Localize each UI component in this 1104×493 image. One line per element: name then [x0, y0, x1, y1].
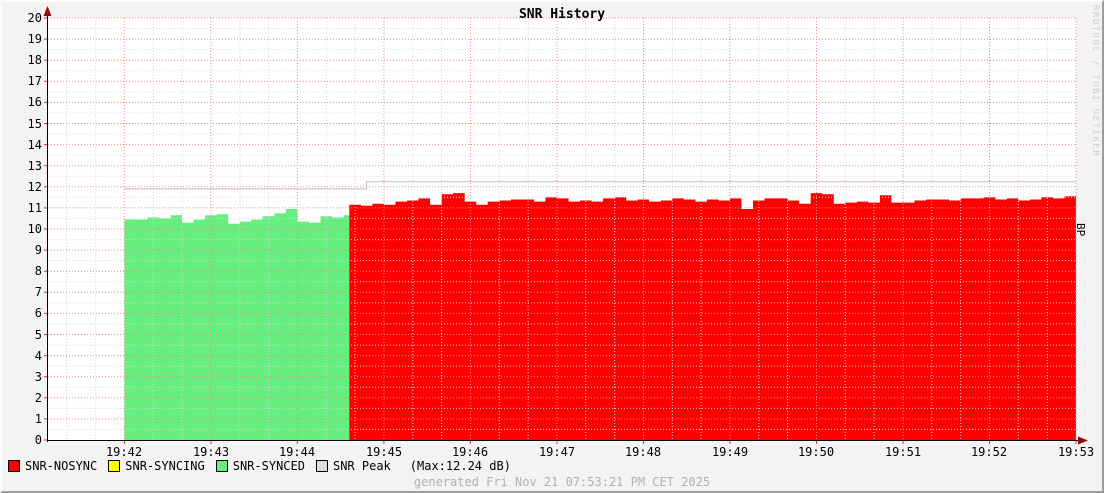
y-axis-label: 3 [10, 371, 42, 384]
legend-item: SNR Peak [316, 459, 391, 473]
x-axis-label: 19:47 [531, 445, 583, 459]
x-axis-label: 19:51 [877, 445, 929, 459]
y-axis-label: 17 [10, 75, 42, 88]
y-axis-label: 10 [10, 223, 42, 236]
y-axis-label: 8 [10, 265, 42, 278]
y-axis-label: 5 [10, 329, 42, 342]
rrdtool-snr-graph: SNR History 0123456789101112131415161718… [0, 0, 1104, 493]
legend-label: SNR-SYNCED [233, 459, 305, 473]
y-axis-label: 11 [10, 202, 42, 215]
graph-title: SNR History [48, 7, 1076, 22]
y-axis-label: 1 [10, 413, 42, 426]
legend-label: SNR Peak [333, 459, 391, 473]
legend-item: SNR-NOSYNC [8, 459, 97, 473]
legend: SNR-NOSYNCSNR-SYNCINGSNR-SYNCEDSNR Peak … [8, 459, 511, 473]
legend-max-label: (Max:12.24 dB) [410, 459, 511, 473]
legend-label: SNR-NOSYNC [25, 459, 97, 473]
y-axis-label: 4 [10, 350, 42, 363]
snr-synced-area [124, 209, 349, 440]
y-axis-label: 9 [10, 244, 42, 257]
x-axis-label: 19:49 [704, 445, 756, 459]
y-axis-label: 13 [10, 160, 42, 173]
plot-area [2, 2, 1102, 491]
x-axis-label: 19:43 [185, 445, 237, 459]
y-axis-label: 15 [10, 118, 42, 131]
y-axis-label: 14 [10, 139, 42, 152]
y-axis-label: 12 [10, 181, 42, 194]
x-axis-label: 19:52 [963, 445, 1015, 459]
right-axis-label: BP [1074, 223, 1087, 236]
y-axis-label: 19 [10, 33, 42, 46]
snr-nosync-area [349, 193, 1076, 440]
y-axis-label: 0 [10, 434, 42, 447]
x-axis-label: 19:48 [617, 445, 669, 459]
legend-swatch [316, 460, 328, 472]
y-axis-label: 16 [10, 96, 42, 109]
x-axis-label: 19:50 [790, 445, 842, 459]
legend-swatch [8, 460, 20, 472]
y-axis-label: 2 [10, 392, 42, 405]
y-axis-label: 20 [10, 12, 42, 25]
y-axis-label: 18 [10, 54, 42, 67]
x-axis-label: 19:53 [1050, 445, 1102, 459]
legend-items: SNR-NOSYNC SNR-SYNCING SNR-SYNCED SNR Peak [8, 459, 402, 473]
legend-swatch [216, 460, 228, 472]
y-axis-label: 7 [10, 286, 42, 299]
x-axis-label: 19:45 [358, 445, 410, 459]
legend-item: SNR-SYNCING [108, 459, 204, 473]
y-axis-label: 6 [10, 307, 42, 320]
x-axis-arrow-icon [1078, 437, 1088, 445]
rrdtool-watermark: RRDTOOL / TOBI OETIKER [1090, 5, 1100, 157]
legend-label: SNR-SYNCING [125, 459, 204, 473]
x-axis-label: 19:46 [444, 445, 496, 459]
legend-item: SNR-SYNCED [216, 459, 305, 473]
legend-swatch [108, 460, 120, 472]
x-axis-label: 19:42 [98, 445, 150, 459]
x-axis-label: 19:44 [271, 445, 323, 459]
generated-timestamp: generated Fri Nov 21 07:53:21 PM CET 202… [48, 475, 1076, 489]
